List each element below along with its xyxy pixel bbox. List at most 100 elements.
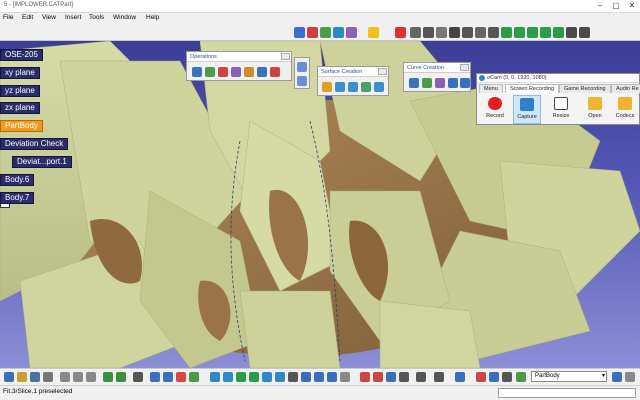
table-icon[interactable] — [410, 27, 421, 38]
trim-icon[interactable] — [218, 67, 228, 77]
close-icon[interactable] — [460, 64, 469, 71]
pan-view-icon[interactable] — [236, 372, 246, 382]
spline-icon[interactable] — [409, 78, 419, 88]
search-icon[interactable] — [395, 27, 406, 38]
ruler-icon[interactable] — [462, 27, 473, 38]
fillet-icon[interactable] — [244, 67, 254, 77]
filter-icon[interactable] — [434, 372, 444, 382]
normal-view-bottom-icon[interactable] — [288, 372, 298, 382]
redo-icon[interactable] — [116, 372, 126, 382]
edges-icon[interactable] — [327, 372, 337, 382]
line-icon[interactable] — [475, 27, 486, 38]
offset-icon[interactable] — [361, 82, 371, 92]
select-icon[interactable] — [163, 372, 173, 382]
shading-bottom-icon[interactable] — [314, 372, 324, 382]
color-icon[interactable] — [307, 27, 318, 38]
close-icon[interactable] — [378, 68, 387, 75]
rotate-view-icon[interactable] — [249, 372, 259, 382]
fit-all-in-icon[interactable] — [223, 372, 233, 382]
sweep-icon[interactable] — [297, 62, 307, 72]
blend-icon[interactable] — [374, 82, 384, 92]
zoom-icon[interactable] — [540, 27, 551, 38]
bell-icon[interactable] — [368, 27, 379, 38]
tree-item-deviation-report[interactable]: Deviat...port.1 — [12, 156, 72, 168]
zoom-out-icon[interactable] — [275, 372, 285, 382]
menu-edit[interactable]: Edit — [22, 14, 33, 21]
shading-icon[interactable] — [333, 27, 344, 38]
capture-icon[interactable] — [455, 372, 465, 382]
pan-icon[interactable] — [501, 27, 512, 38]
pointer-icon[interactable] — [150, 372, 160, 382]
menu-insert[interactable]: Insert — [65, 14, 81, 21]
curvature-icon[interactable] — [386, 372, 396, 382]
new-icon[interactable] — [4, 372, 14, 382]
projection-icon[interactable] — [435, 78, 445, 88]
normal-view-icon[interactable] — [566, 27, 577, 38]
close-icon[interactable]: ✕ — [624, 0, 640, 13]
material-icon[interactable] — [346, 27, 357, 38]
grid-icon[interactable] — [423, 27, 434, 38]
tree-item-xy-plane[interactable]: xy plane — [0, 67, 40, 79]
move-icon[interactable] — [527, 27, 538, 38]
sketch-icon[interactable] — [294, 27, 305, 38]
ocam-tab-screen-recording[interactable]: Screen Recording — [505, 84, 560, 93]
cylinder-icon[interactable] — [348, 82, 358, 92]
print-icon[interactable] — [43, 372, 53, 382]
extrapolate-icon[interactable] — [270, 67, 280, 77]
cut-icon[interactable] — [60, 372, 70, 382]
fit-all-icon[interactable] — [553, 27, 564, 38]
menu-help[interactable]: Help — [146, 14, 159, 21]
menu-view[interactable]: View — [42, 14, 56, 21]
deviation-icon[interactable] — [373, 372, 383, 382]
snap-icon[interactable] — [436, 27, 447, 38]
tree-item-zx-plane[interactable]: zx plane — [0, 102, 40, 114]
tree-item-deviation-check[interactable]: Deviation Check — [0, 138, 69, 150]
layer-icon[interactable] — [416, 372, 426, 382]
analysis-icon[interactable] — [360, 372, 370, 382]
ocam-tab-audio-recording[interactable]: Audio Re — [611, 84, 640, 93]
render-icon[interactable] — [320, 27, 331, 38]
extract-icon[interactable] — [231, 67, 241, 77]
fly-mode-icon[interactable] — [210, 372, 220, 382]
point-icon[interactable] — [488, 27, 499, 38]
view-mode-icon[interactable] — [579, 27, 590, 38]
ocam-tab-game-recording[interactable]: Game Recording — [559, 84, 611, 93]
part-icon[interactable] — [502, 372, 512, 382]
swap-icon[interactable] — [189, 372, 199, 382]
formula-icon[interactable] — [133, 372, 143, 382]
command-input[interactable] — [498, 388, 636, 398]
body-icon[interactable] — [489, 372, 499, 382]
curve-icon[interactable] — [422, 78, 432, 88]
hide-show-icon[interactable] — [176, 372, 186, 382]
join-icon[interactable] — [192, 67, 202, 77]
minimize-icon[interactable]: – — [592, 0, 608, 13]
loft-icon[interactable] — [297, 76, 307, 86]
display-icon[interactable] — [399, 372, 409, 382]
work-object-icon[interactable] — [516, 372, 526, 382]
tree-item-partbody[interactable]: PartBody — [0, 120, 43, 132]
open-icon[interactable] — [17, 372, 27, 382]
iso-view-icon[interactable] — [301, 372, 311, 382]
more-icon[interactable] — [625, 372, 635, 382]
translate-icon[interactable] — [257, 67, 267, 77]
tree-root[interactable]: OSE-205 — [0, 49, 43, 61]
ocam-resize-button[interactable]: Resize — [547, 95, 575, 124]
ocam-tab-menu[interactable]: Menu — [479, 84, 503, 93]
current-body-select[interactable]: PartBody ▾ — [531, 371, 607, 382]
ocam-record-button[interactable]: Record — [481, 95, 509, 124]
paste-icon[interactable] — [86, 372, 96, 382]
ocam-open-button[interactable]: Open — [581, 95, 609, 124]
split-icon[interactable] — [205, 67, 215, 77]
maximize-icon[interactable]: ▢ — [608, 0, 624, 13]
close-icon[interactable] — [281, 53, 290, 60]
sphere-icon[interactable] — [335, 82, 345, 92]
tree-item-body-7[interactable]: Body.7 — [0, 192, 35, 204]
intersection-icon[interactable] — [448, 78, 458, 88]
tree-item-body-6[interactable]: Body.6 — [0, 174, 35, 186]
menu-tools[interactable]: Tools — [89, 14, 104, 21]
ocam-capture-button[interactable]: Capture — [513, 95, 541, 124]
menu-window[interactable]: Window — [113, 14, 136, 21]
stop-icon[interactable] — [476, 372, 486, 382]
planar-surface-icon[interactable] — [322, 82, 332, 92]
undo-icon[interactable] — [103, 372, 113, 382]
